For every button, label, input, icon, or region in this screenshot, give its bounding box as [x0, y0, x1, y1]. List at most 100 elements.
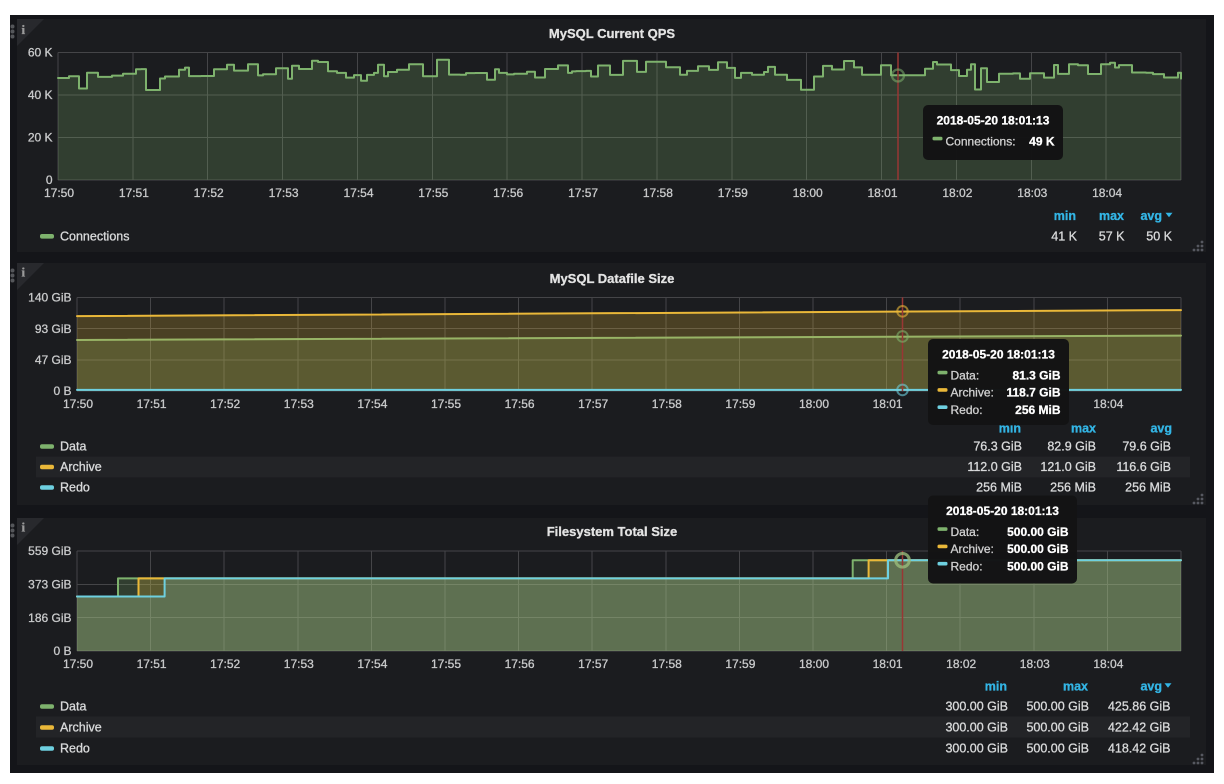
- svg-text:500.00 GiB: 500.00 GiB: [1026, 700, 1089, 714]
- svg-text:256 MiB: 256 MiB: [1125, 481, 1171, 495]
- svg-text:49 K: 49 K: [1029, 134, 1055, 148]
- svg-text:18:04: 18:04: [1093, 657, 1123, 671]
- svg-text:93 GiB: 93 GiB: [35, 322, 72, 336]
- svg-text:Connections:: Connections:: [946, 134, 1016, 148]
- svg-text:425.86 GiB: 425.86 GiB: [1108, 700, 1171, 714]
- svg-text:256 MiB: 256 MiB: [1015, 403, 1061, 417]
- svg-text:18:02: 18:02: [942, 186, 972, 200]
- svg-text:17:57: 17:57: [578, 397, 608, 411]
- svg-text:17:51: 17:51: [137, 657, 167, 671]
- svg-text:17:56: 17:56: [505, 657, 535, 671]
- svg-text:17:50: 17:50: [44, 186, 74, 200]
- svg-text:17:58: 17:58: [643, 186, 673, 200]
- svg-text:41 K: 41 K: [1051, 230, 1077, 244]
- svg-text:50 K: 50 K: [1146, 230, 1172, 244]
- svg-text:18:00: 18:00: [799, 397, 829, 411]
- svg-text:Archive:: Archive:: [951, 386, 994, 400]
- svg-text:17:51: 17:51: [119, 186, 149, 200]
- svg-text:18:02: 18:02: [946, 657, 976, 671]
- svg-text:17:57: 17:57: [578, 657, 608, 671]
- svg-text:500.00 GiB: 500.00 GiB: [1007, 542, 1069, 556]
- svg-text:17:55: 17:55: [431, 397, 461, 411]
- svg-text:17:57: 17:57: [568, 186, 598, 200]
- svg-text:500.00 GiB: 500.00 GiB: [1007, 560, 1069, 574]
- svg-text:avg: avg: [1150, 421, 1172, 435]
- svg-text:18:03: 18:03: [1020, 657, 1050, 671]
- svg-text:500.00 GiB: 500.00 GiB: [1007, 525, 1069, 539]
- svg-text:i: i: [22, 520, 26, 535]
- svg-text:17:51: 17:51: [137, 397, 167, 411]
- svg-text:17:59: 17:59: [725, 397, 755, 411]
- svg-text:Archive: Archive: [60, 721, 102, 735]
- svg-text:300.00 GiB: 300.00 GiB: [945, 700, 1008, 714]
- svg-text:Archive:: Archive:: [951, 542, 994, 556]
- svg-text:Redo: Redo: [60, 481, 90, 495]
- svg-text:18:01: 18:01: [867, 186, 897, 200]
- svg-text:500.00 GiB: 500.00 GiB: [1026, 742, 1089, 756]
- svg-text:avg: avg: [1140, 209, 1162, 223]
- svg-text:60 K: 60 K: [28, 46, 53, 60]
- svg-text:MySQL Current QPS: MySQL Current QPS: [549, 26, 676, 41]
- svg-text:40 K: 40 K: [28, 88, 53, 102]
- svg-text:18:01: 18:01: [873, 397, 903, 411]
- svg-text:Archive: Archive: [60, 460, 102, 474]
- svg-text:17:52: 17:52: [194, 186, 224, 200]
- svg-text:18:00: 18:00: [793, 186, 823, 200]
- svg-text:17:52: 17:52: [210, 657, 240, 671]
- svg-text:500.00 GiB: 500.00 GiB: [1026, 721, 1089, 735]
- svg-text:256 MiB: 256 MiB: [976, 481, 1022, 495]
- svg-text:2018-05-20 18:01:13: 2018-05-20 18:01:13: [937, 114, 1050, 128]
- svg-text:17:56: 17:56: [505, 397, 535, 411]
- svg-text:17:53: 17:53: [284, 397, 314, 411]
- svg-text:Data: Data: [60, 440, 86, 454]
- svg-text:559 GiB: 559 GiB: [28, 544, 71, 558]
- svg-text:avg: avg: [1140, 679, 1162, 693]
- svg-text:47 GiB: 47 GiB: [35, 353, 72, 367]
- svg-text:300.00 GiB: 300.00 GiB: [945, 721, 1008, 735]
- svg-text:256 MiB: 256 MiB: [1050, 481, 1096, 495]
- svg-text:min: min: [1054, 209, 1076, 223]
- svg-text:18:04: 18:04: [1093, 397, 1123, 411]
- svg-text:Redo:: Redo:: [951, 560, 983, 574]
- svg-text:17:55: 17:55: [431, 657, 461, 671]
- svg-text:17:55: 17:55: [418, 186, 448, 200]
- svg-text:116.6 GiB: 116.6 GiB: [1116, 460, 1171, 474]
- svg-text:17:53: 17:53: [269, 186, 299, 200]
- svg-text:373 GiB: 373 GiB: [28, 578, 71, 592]
- svg-text:Data:: Data:: [951, 368, 980, 382]
- svg-text:Connections: Connections: [60, 230, 130, 244]
- svg-text:140 GiB: 140 GiB: [28, 291, 71, 305]
- svg-text:18:00: 18:00: [799, 657, 829, 671]
- svg-text:Data:: Data:: [951, 525, 980, 539]
- svg-text:17:54: 17:54: [357, 397, 387, 411]
- svg-text:17:58: 17:58: [652, 657, 682, 671]
- svg-text:112.0 GiB: 112.0 GiB: [967, 460, 1022, 474]
- svg-text:max: max: [1063, 679, 1088, 693]
- svg-text:18:01: 18:01: [873, 657, 903, 671]
- svg-text:79.6 GiB: 79.6 GiB: [1122, 440, 1171, 454]
- svg-text:18:03: 18:03: [1017, 186, 1047, 200]
- svg-text:20 K: 20 K: [28, 131, 53, 145]
- svg-text:Redo:: Redo:: [951, 403, 983, 417]
- svg-text:17:54: 17:54: [357, 657, 387, 671]
- svg-text:76.3 GiB: 76.3 GiB: [973, 440, 1022, 454]
- svg-text:17:59: 17:59: [718, 186, 748, 200]
- svg-text:121.0 GiB: 121.0 GiB: [1040, 460, 1096, 474]
- svg-text:max: max: [1071, 421, 1096, 435]
- svg-text:Filesystem Total Size: Filesystem Total Size: [547, 524, 678, 539]
- svg-text:418.42 GiB: 418.42 GiB: [1108, 742, 1171, 756]
- svg-text:186 GiB: 186 GiB: [28, 611, 71, 625]
- svg-text:2018-05-20 18:01:13: 2018-05-20 18:01:13: [942, 348, 1055, 362]
- svg-text:2018-05-20 18:01:13: 2018-05-20 18:01:13: [946, 504, 1059, 518]
- svg-text:57 K: 57 K: [1099, 230, 1125, 244]
- svg-text:i: i: [22, 22, 26, 37]
- svg-text:17:52: 17:52: [210, 397, 240, 411]
- svg-text:17:50: 17:50: [63, 657, 93, 671]
- svg-text:82.9 GiB: 82.9 GiB: [1047, 440, 1096, 454]
- svg-text:300.00 GiB: 300.00 GiB: [945, 742, 1008, 756]
- svg-text:17:56: 17:56: [493, 186, 523, 200]
- svg-text:MySQL Datafile Size: MySQL Datafile Size: [550, 271, 675, 286]
- svg-text:17:53: 17:53: [284, 657, 314, 671]
- svg-text:Redo: Redo: [60, 742, 90, 756]
- svg-text:118.7 GiB: 118.7 GiB: [1006, 386, 1060, 400]
